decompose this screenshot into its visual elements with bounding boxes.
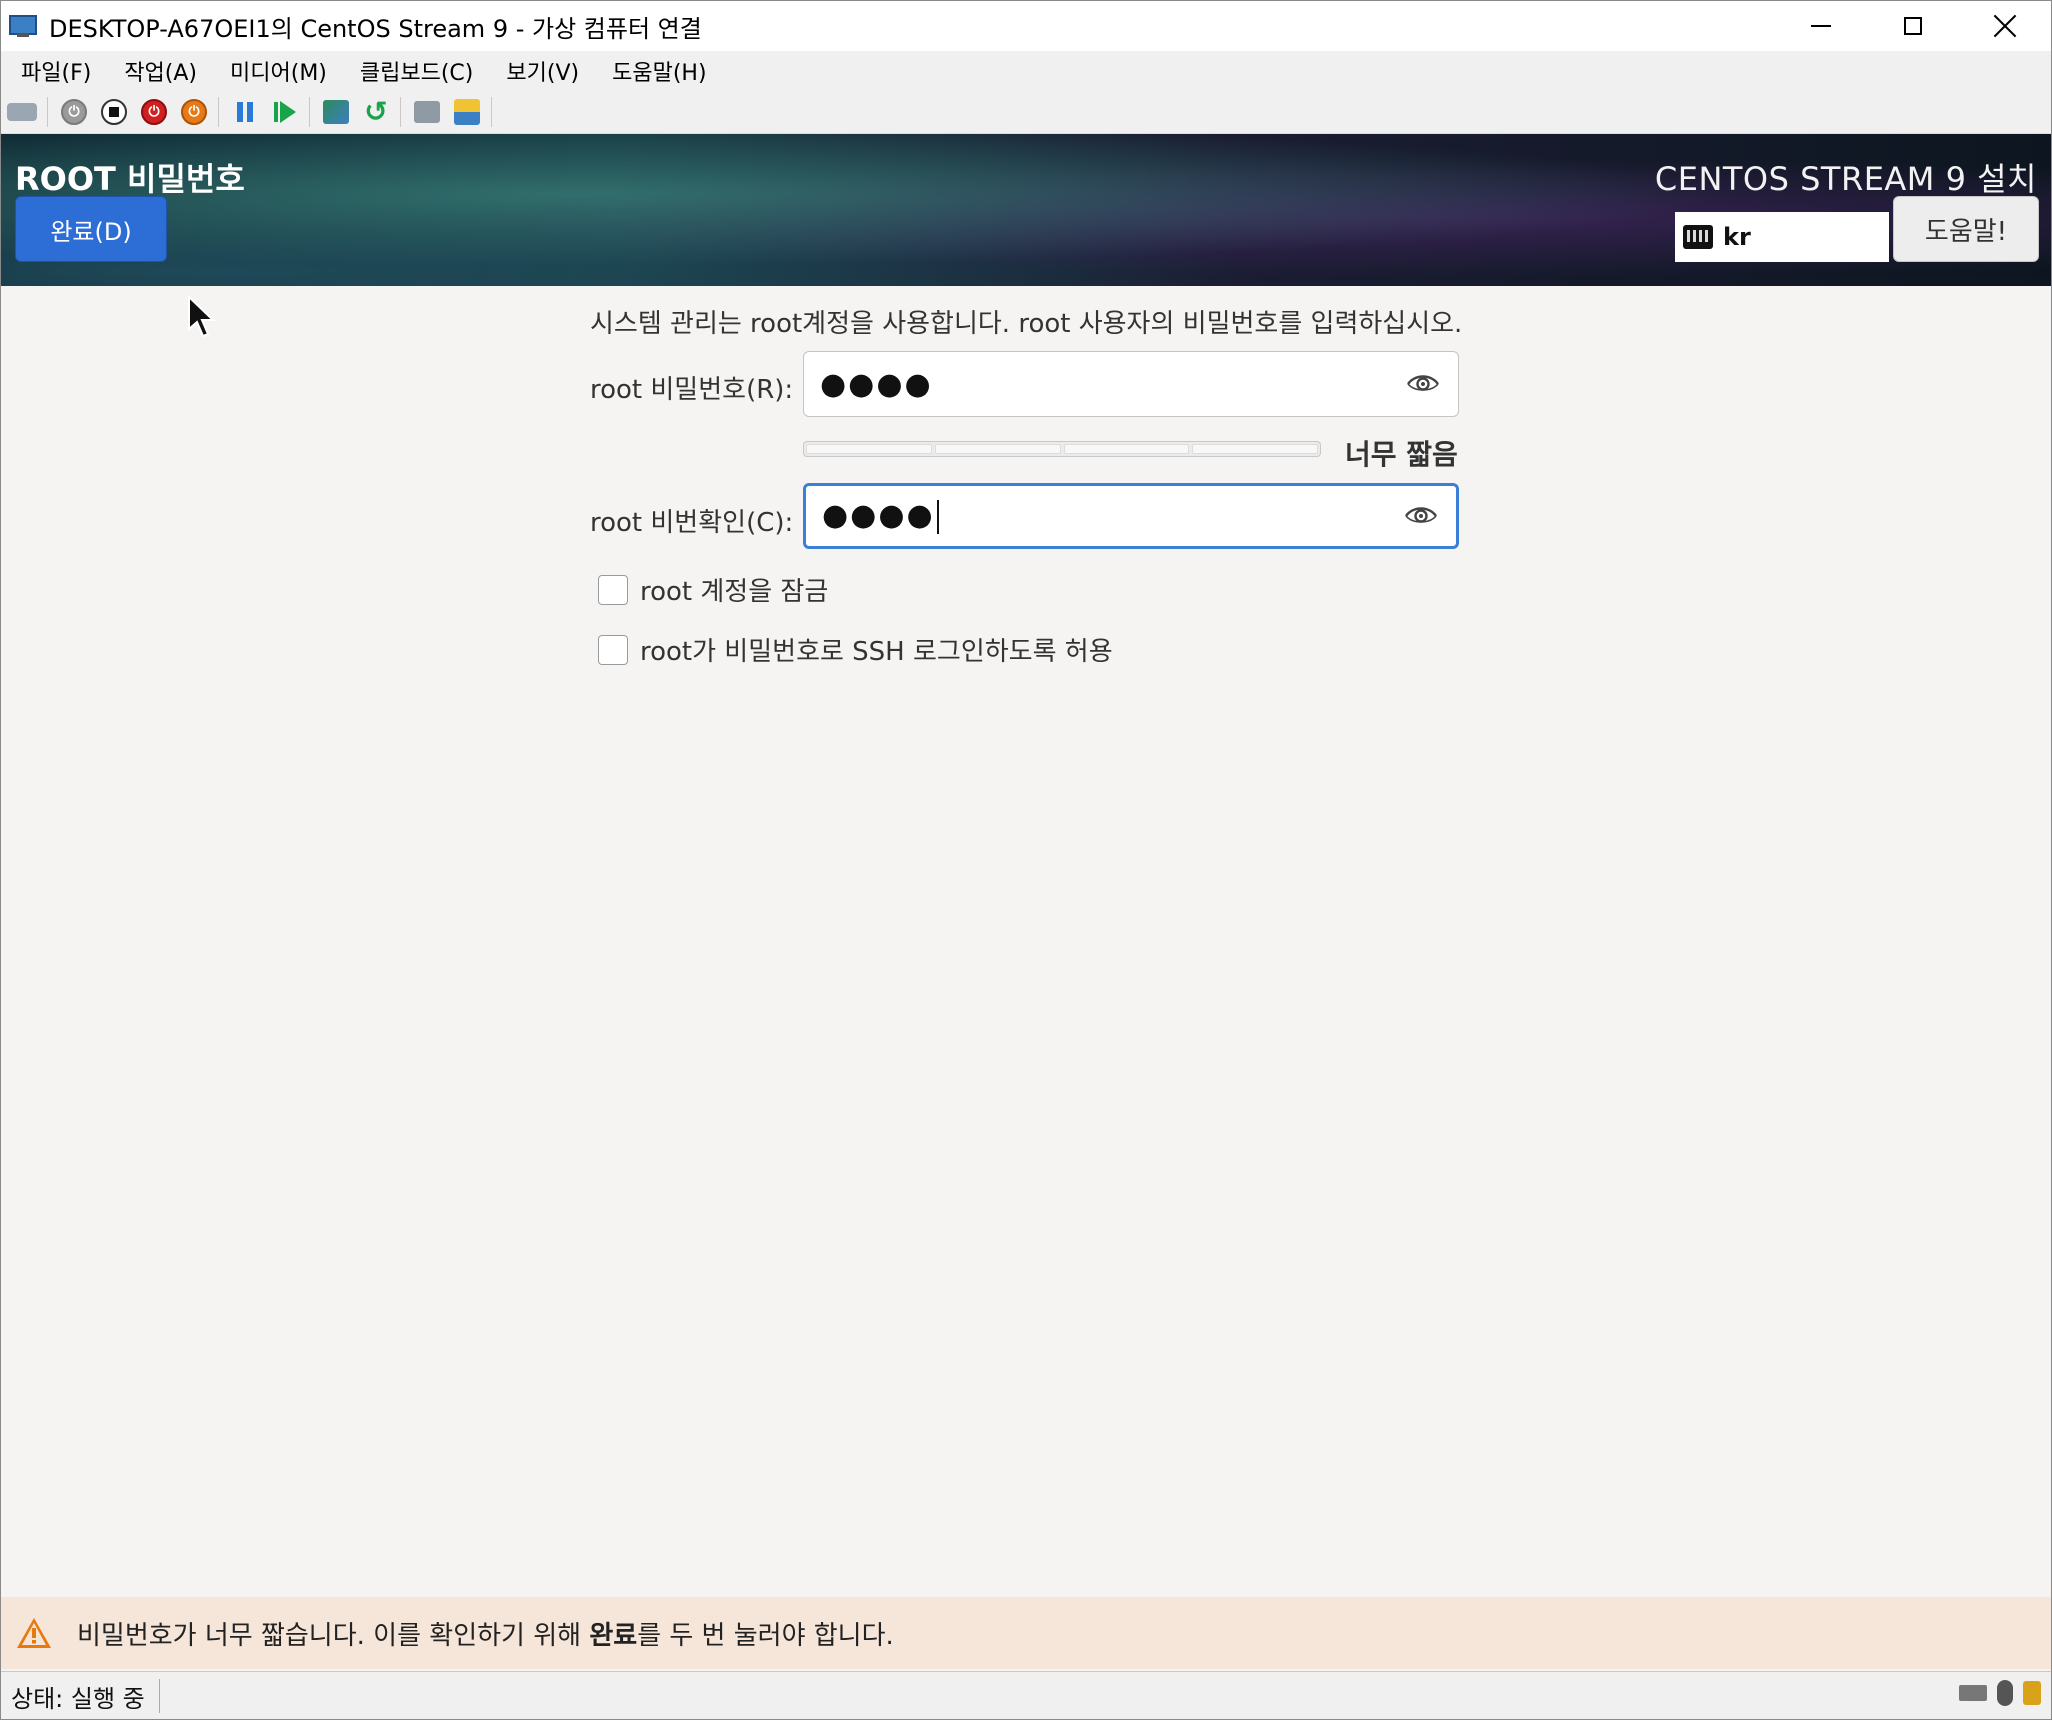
lock-root-label: root 계정을 잠금 (640, 577, 829, 607)
window-title: DESKTOP-A67OEI1의 CentOS Stream 9 - 가상 컴퓨… (49, 14, 702, 43)
vm-connection-icon (9, 13, 39, 39)
save-state-icon: ⏻ (181, 99, 207, 125)
share-icon (454, 99, 480, 125)
turn-off-icon (101, 99, 127, 125)
done-button[interactable]: 완료(D) (15, 196, 167, 262)
warning-message: 비밀번호가 너무 짧습니다. 이를 확인하기 위해 완료를 두 번 눌러야 합니… (77, 1620, 894, 1651)
status-bar: 상태: 실행 중 (1, 1671, 2051, 1719)
menu-media[interactable]: 미디어(M) (217, 55, 340, 87)
toolbar-separator (309, 97, 310, 127)
root-password-value: ●●●● (820, 366, 933, 402)
shutdown-button[interactable]: ⏻ (140, 98, 168, 126)
minimize-icon (1811, 25, 1831, 27)
lock-root-option[interactable]: root 계정을 잠금 (598, 571, 828, 608)
warning-bar[interactable]: 비밀번호가 너무 짧습니다. 이를 확인하기 위해 완료를 두 번 눌러야 합니… (1, 1597, 2051, 1669)
vm-connection-window: DESKTOP-A67OEI1의 CentOS Stream 9 - 가상 컴퓨… (0, 0, 2052, 1720)
toolbar-separator (47, 97, 48, 127)
spoke-title: ROOT 비밀번호 (15, 160, 245, 198)
resume-icon (274, 101, 296, 123)
mouse-status-icon (1997, 1680, 2013, 1706)
enhanced-session-button[interactable] (413, 98, 441, 126)
revert-icon: ↺ (364, 95, 388, 128)
revert-button[interactable]: ↺ (362, 98, 390, 126)
status-icons (1959, 1680, 2041, 1706)
start-button[interactable]: ⏻ (60, 98, 88, 126)
keyboard-layout-indicator[interactable]: kr (1675, 212, 1889, 262)
resume-button[interactable] (271, 98, 299, 126)
toolbar-separator (491, 97, 492, 127)
maximize-icon (1904, 17, 1922, 35)
allow-ssh-label: root가 비밀번호로 SSH 로그인하도록 허용 (640, 637, 1113, 667)
root-password-label: root 비밀번호(R): (590, 375, 794, 405)
allow-ssh-option[interactable]: root가 비밀번호로 SSH 로그인하도록 허용 (598, 631, 1113, 668)
pause-icon (237, 102, 253, 122)
show-confirm-password-icon[interactable] (1404, 505, 1438, 527)
root-password-field[interactable]: ●●●● (803, 351, 1459, 417)
show-password-icon[interactable] (1406, 373, 1440, 395)
confirm-password-value: ●●●● (822, 498, 939, 534)
window-controls (1775, 1, 2051, 51)
turn-off-button[interactable] (100, 98, 128, 126)
installer-header: ROOT 비밀번호 완료(D) CENTOS STREAM 9 설치 kr 도움… (1, 134, 2051, 286)
toolbar: ⏻ ⏻ ⏻ ↺ (1, 91, 2051, 134)
checkpoint-button[interactable] (322, 98, 350, 126)
pause-button[interactable] (231, 98, 259, 126)
product-title: CENTOS STREAM 9 설치 (1654, 160, 2037, 198)
title-bar: DESKTOP-A67OEI1의 CentOS Stream 9 - 가상 컴퓨… (1, 1, 2051, 51)
toolbar-separator (400, 97, 401, 127)
minimize-button[interactable] (1775, 1, 1867, 51)
ctrl-alt-del-icon[interactable] (7, 103, 37, 121)
menu-clipboard[interactable]: 클립보드(C) (347, 55, 487, 87)
warning-icon (17, 1618, 51, 1648)
keyboard-icon (1683, 225, 1713, 249)
menu-action[interactable]: 작업(A) (111, 55, 210, 87)
mouse-cursor-icon (188, 295, 215, 338)
share-button[interactable] (453, 98, 481, 126)
menu-bar: 파일(F) 작업(A) 미디어(M) 클립보드(C) 보기(V) 도움말(H) (1, 51, 2051, 91)
shutdown-icon: ⏻ (141, 99, 167, 125)
allow-ssh-checkbox[interactable] (598, 634, 628, 665)
strength-segment (1063, 444, 1190, 454)
password-strength-text: 너무 짧음 (1345, 438, 1458, 471)
strength-segment (934, 444, 1061, 454)
text-caret (936, 499, 939, 534)
close-button[interactable] (1959, 1, 2051, 51)
password-strength-bar (803, 441, 1321, 457)
strength-segment (1192, 444, 1318, 454)
enhanced-session-icon (414, 101, 440, 123)
confirm-password-label: root 비번확인(C): (590, 508, 794, 538)
maximize-button[interactable] (1867, 1, 1959, 51)
menu-file[interactable]: 파일(F) (8, 55, 104, 87)
toolbar-separator (218, 97, 219, 127)
checkpoint-icon (323, 100, 349, 124)
strength-segment (806, 444, 932, 454)
save-state-button[interactable]: ⏻ (180, 98, 208, 126)
keyboard-status-icon (1959, 1685, 1987, 1701)
status-text: 상태: 실행 중 (11, 1679, 160, 1713)
lock-status-icon (2023, 1681, 2041, 1705)
intro-text: 시스템 관리는 root계정을 사용합니다. root 사용자의 비밀번호를 입… (590, 309, 1463, 339)
confirm-password-field[interactable]: ●●●● (803, 483, 1459, 549)
help-button[interactable]: 도움말! (1893, 196, 2039, 262)
lock-root-checkbox[interactable] (598, 574, 628, 605)
keyboard-layout-label: kr (1723, 223, 1751, 251)
start-icon: ⏻ (61, 99, 87, 125)
close-icon (1993, 14, 2017, 38)
menu-help[interactable]: 도움말(H) (599, 55, 719, 87)
menu-view[interactable]: 보기(V) (493, 55, 592, 87)
